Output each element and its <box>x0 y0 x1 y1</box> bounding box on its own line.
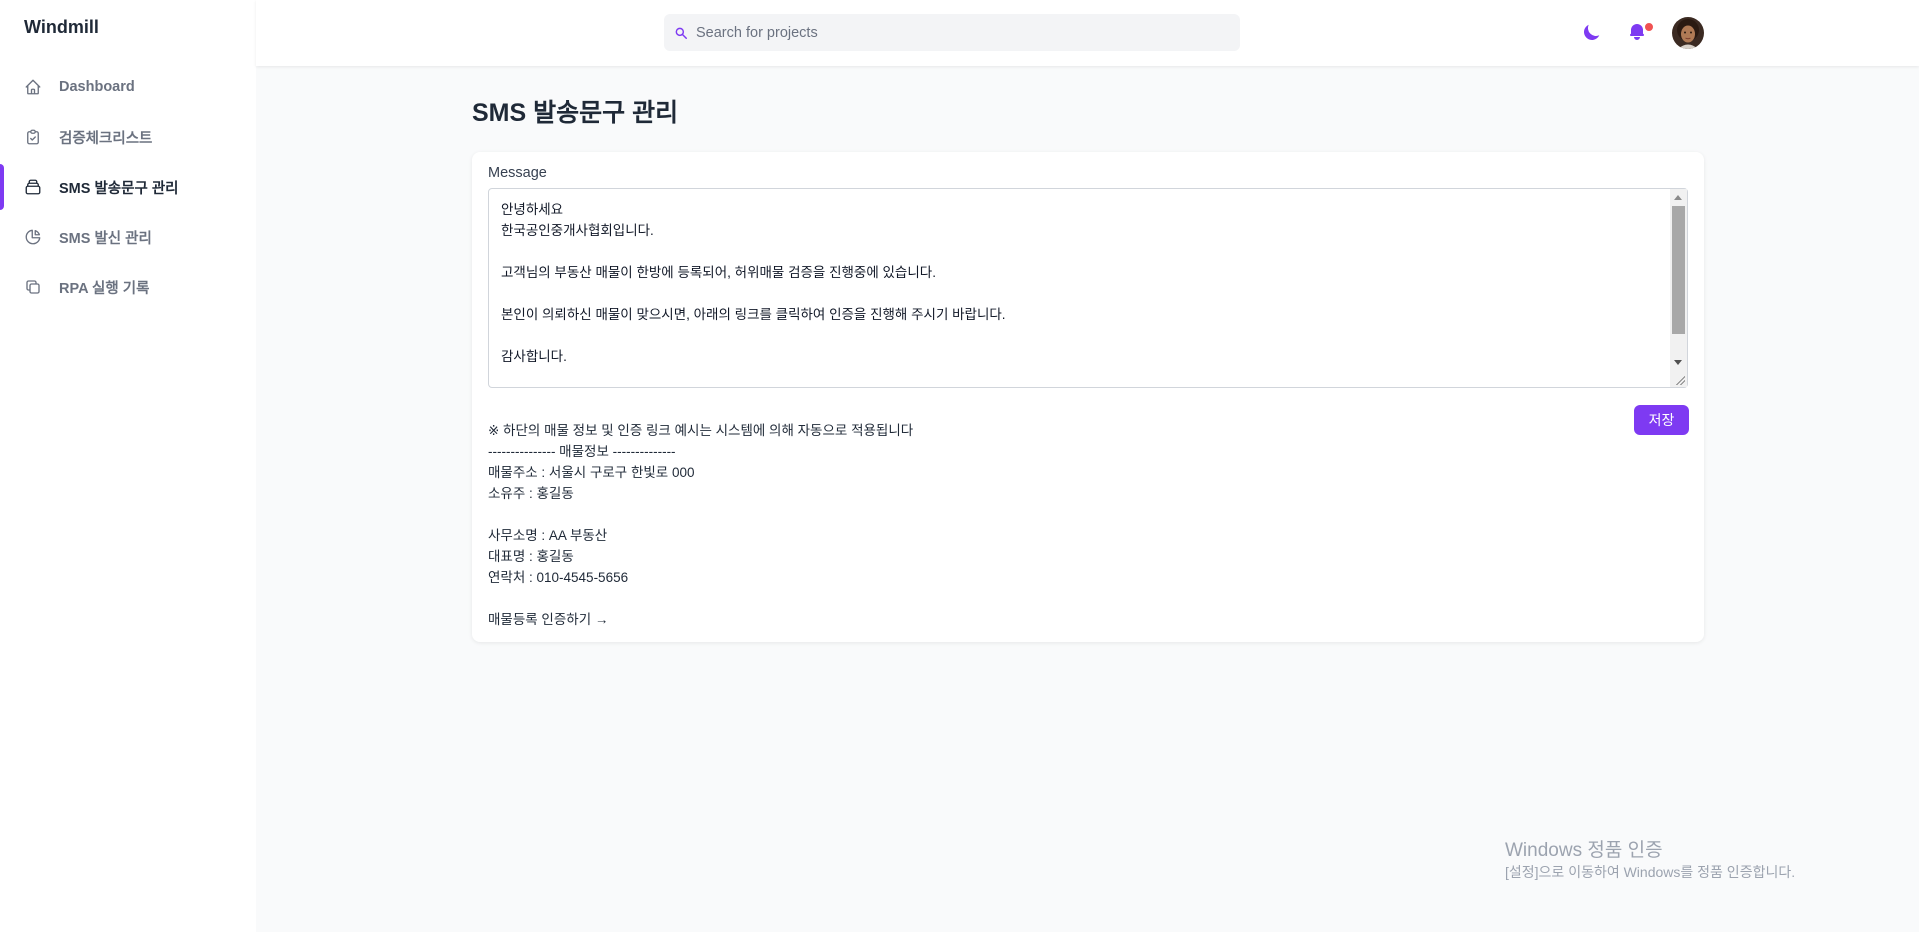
resize-handle-icon[interactable] <box>1675 375 1685 385</box>
sms-preview-text: ※ 하단의 매물 정보 및 인증 링크 예시는 시스템에 의해 자동으로 적용됩… <box>488 423 914 627</box>
sidebar-item-sms-template[interactable]: SMS 발송문구 관리 <box>0 162 256 212</box>
search-bar[interactable] <box>664 14 1240 51</box>
search-icon <box>675 27 687 39</box>
sidebar-item-dashboard[interactable]: Dashboard <box>0 62 256 112</box>
sidebar-item-checklist[interactable]: 검증체크리스트 <box>0 112 256 162</box>
copy-icon <box>26 280 40 294</box>
page-title: SMS 발송문구 관리 <box>472 99 679 127</box>
sidebar-item-label: SMS 발송문구 관리 <box>59 180 179 197</box>
moon-icon[interactable] <box>1582 22 1602 42</box>
sidebar-item-label: SMS 발신 관리 <box>59 230 152 247</box>
avatar[interactable] <box>1672 17 1704 49</box>
sidebar-item-rpa-log[interactable]: RPA 실행 기록 <box>0 262 256 312</box>
clipboard-icon <box>27 129 39 145</box>
notification-badge <box>1643 21 1655 33</box>
avatar-image <box>1672 17 1704 49</box>
sidebar-item-label: 검증체크리스트 <box>59 130 153 147</box>
textarea-scrollbar[interactable] <box>1670 189 1687 387</box>
watermark-subtitle: [설정]으로 이동하여 Windows를 정품 인증합니다. <box>1505 864 1796 880</box>
message-textarea-container <box>488 188 1688 388</box>
sidebar-nav: Dashboard 검증체크리스트 SMS 발송문구 관리 SMS 발신 관리 … <box>0 62 256 312</box>
archive-icon <box>25 179 41 195</box>
pie-chart-icon <box>25 229 41 245</box>
brand-logo[interactable]: Windmill <box>24 17 99 38</box>
save-button[interactable]: 저장 <box>1634 405 1689 435</box>
sidebar-item-sms-sender[interactable]: SMS 발신 관리 <box>0 212 256 262</box>
home-icon <box>25 79 41 95</box>
scroll-thumb[interactable] <box>1672 206 1685 334</box>
message-label: Message <box>488 165 547 181</box>
top-header <box>256 0 1919 66</box>
sidebar: Windmill Dashboard 검증체크리스트 SMS 발송문구 관리 S… <box>0 0 256 932</box>
watermark-title: Windows 정품 인증 <box>1505 840 1663 861</box>
sidebar-item-label: RPA 실행 기록 <box>59 280 150 297</box>
scroll-down-arrow-icon[interactable] <box>1674 360 1682 365</box>
scroll-up-arrow-icon[interactable] <box>1674 195 1682 200</box>
message-textarea[interactable] <box>489 189 1671 387</box>
search-input[interactable] <box>696 24 1216 41</box>
sidebar-item-label: Dashboard <box>59 79 135 95</box>
windows-activation-watermark: Windows 정품 인증 [설정]으로 이동하여 Windows를 정품 인증… <box>1505 839 1795 881</box>
message-card: Message 저장 ※ 하단의 매물 정보 및 인증 링크 예시는 시스템에 … <box>472 152 1704 642</box>
